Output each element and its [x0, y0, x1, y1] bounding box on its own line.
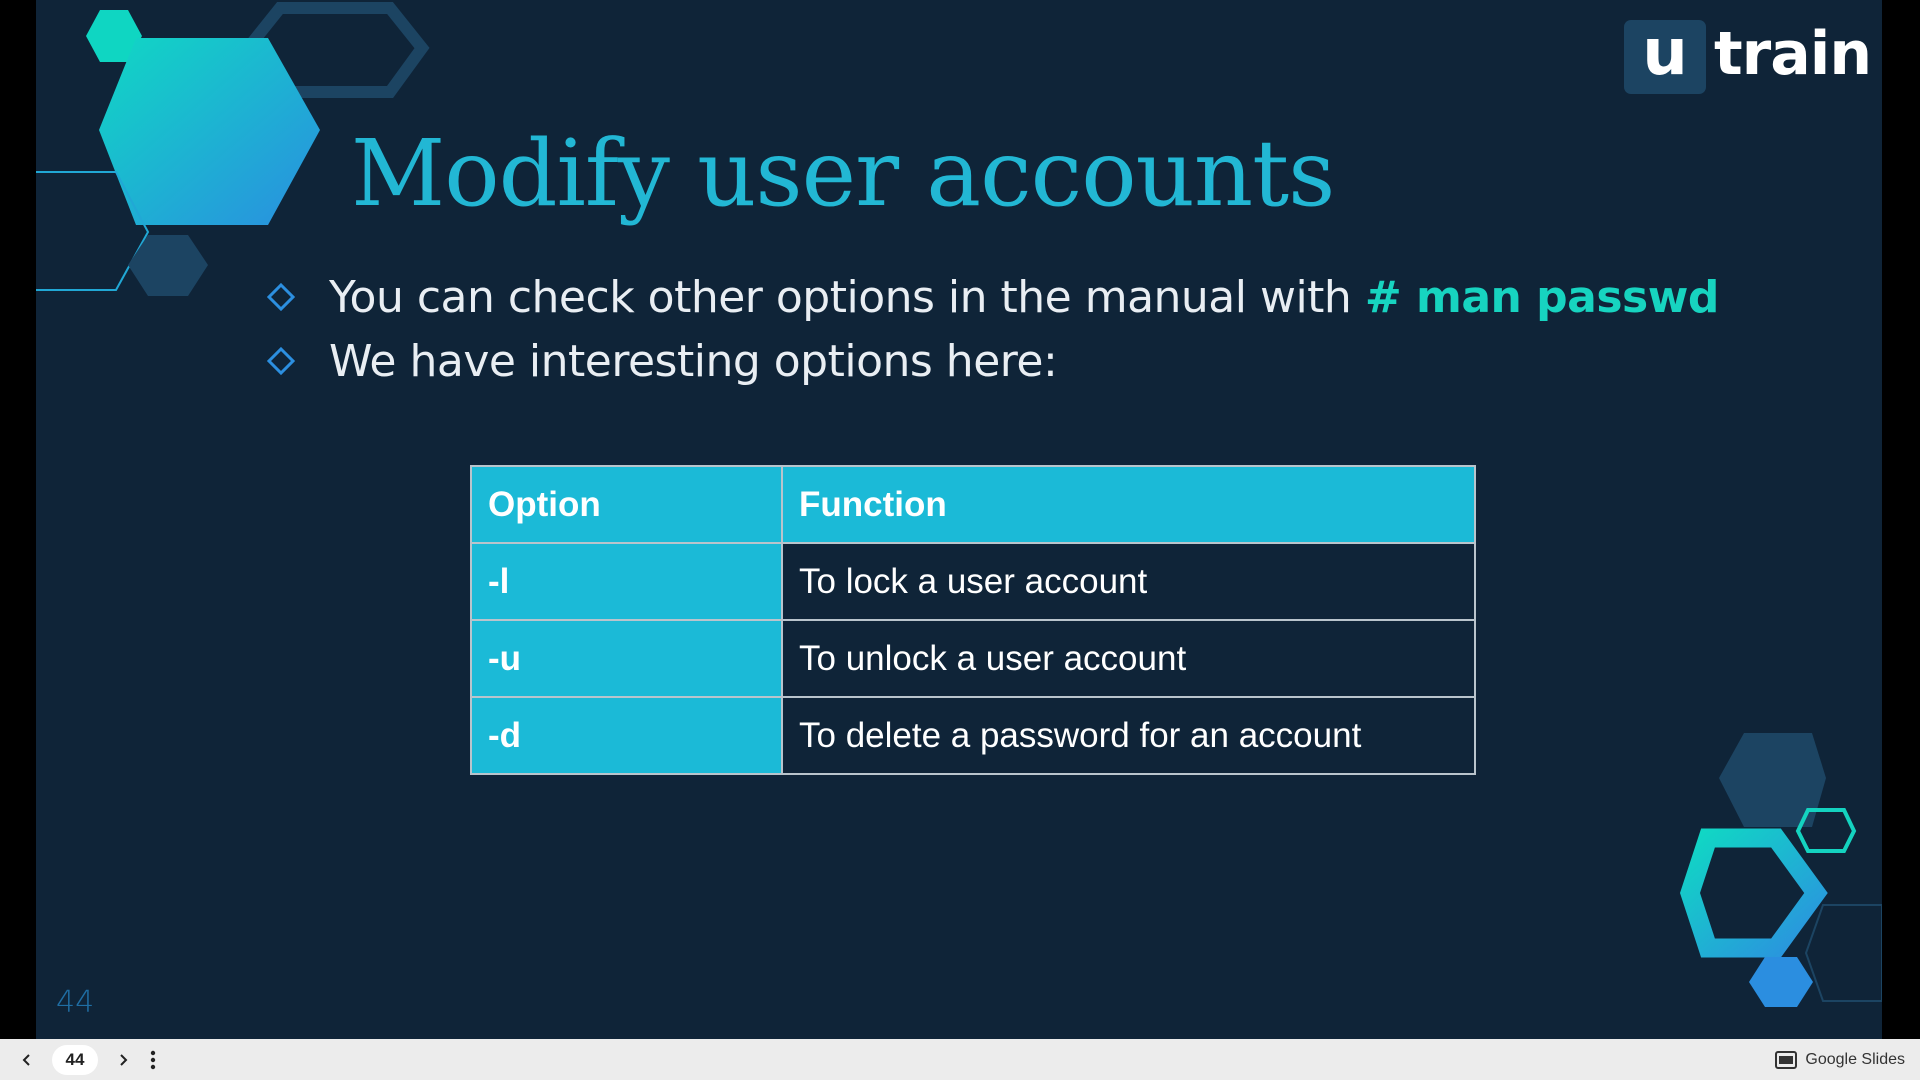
- options-table: Option Function -l To lock a user accoun…: [470, 465, 1476, 775]
- command-text: # man passwd: [1364, 271, 1720, 323]
- slide-page-number: 44: [56, 985, 95, 1020]
- function-cell: To lock a user account: [781, 542, 1476, 621]
- bullet-item: You can check other options in the manua…: [265, 265, 1719, 329]
- table-header-row: Option Function: [470, 465, 1476, 544]
- hexagon-decor: [99, 38, 320, 225]
- function-cell: To delete a password for an account: [781, 696, 1476, 775]
- diamond-bullet-icon: [267, 347, 295, 375]
- diamond-bullet-icon: [267, 283, 295, 311]
- hexagon-decor: [128, 235, 208, 296]
- column-header-function: Function: [781, 465, 1476, 544]
- bullet-text: You can check other options in the manua…: [329, 272, 1719, 323]
- bullet-list: You can check other options in the manua…: [265, 265, 1719, 393]
- table-row: -d To delete a password for an account: [470, 696, 1476, 775]
- chevron-left-icon: [22, 1053, 30, 1066]
- more-options-button[interactable]: [138, 1045, 168, 1075]
- option-cell: -u: [470, 619, 783, 698]
- function-cell: To unlock a user account: [781, 619, 1476, 698]
- hexagon-decor: [1749, 957, 1813, 1007]
- slide-title: Modify user accounts: [351, 120, 1335, 227]
- previous-slide-button[interactable]: [12, 1045, 42, 1075]
- option-cell: -d: [470, 696, 783, 775]
- logo-u-box: u: [1624, 20, 1706, 94]
- bullet-item: We have interesting options here:: [265, 329, 1719, 393]
- option-cell: -l: [470, 542, 783, 621]
- hexagon-decor: [1804, 904, 1882, 1002]
- presentation-icon: [1775, 1050, 1798, 1069]
- brand-label: Google Slides: [1805, 1050, 1905, 1068]
- bullet-text: We have interesting options here:: [329, 335, 1058, 387]
- bullet-text-main: You can check other options in the manua…: [329, 271, 1365, 323]
- page-number-box[interactable]: 44: [52, 1044, 98, 1075]
- more-vertical-icon: [150, 1050, 156, 1069]
- hexagon-decor: [1795, 808, 1857, 853]
- next-slide-button[interactable]: [108, 1045, 138, 1075]
- utrain-logo: u train: [1624, 19, 1872, 94]
- table-row: -u To unlock a user account: [470, 619, 1476, 698]
- slide: u train Modify user accounts You can che…: [36, 0, 1882, 1039]
- google-slides-link[interactable]: Google Slides: [1775, 1039, 1905, 1080]
- slides-footer-bar: 44 Google Slides: [0, 1039, 1920, 1080]
- hexagon-decor: [1719, 733, 1826, 827]
- hexagon-decor: [1680, 828, 1828, 958]
- table-row: -l To lock a user account: [470, 542, 1476, 621]
- column-header-option: Option: [470, 465, 783, 544]
- chevron-right-icon: [120, 1053, 128, 1066]
- logo-text: train: [1714, 19, 1872, 89]
